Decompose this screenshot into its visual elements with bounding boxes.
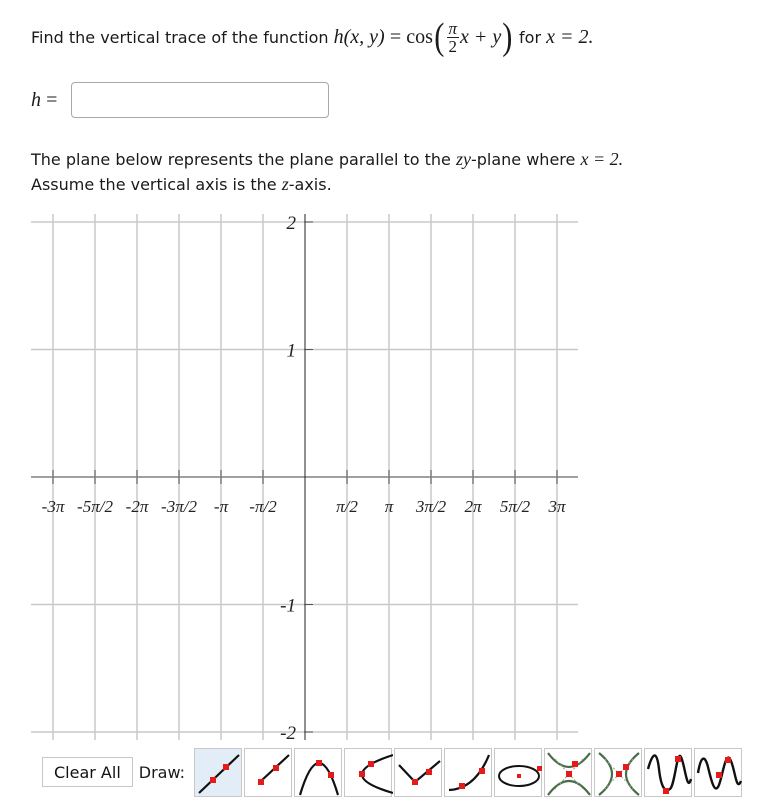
question-text: Find the vertical trace of the function … [31,16,594,58]
tool-segment-button[interactable] [244,747,293,797]
instructions: The plane below represents the plane par… [31,147,623,197]
condition: x = 2. [546,25,594,48]
fraction: π 2 [446,18,460,56]
y-tick-label: -1 [280,596,296,617]
x-tick-label: π [385,497,394,516]
draw-tools [192,747,743,797]
question-intro: Find the vertical trace of the function [31,27,329,47]
y-tick-label: -2 [280,723,296,744]
tool-ellipse-button[interactable] [494,747,543,797]
ellipse-icon [498,764,543,787]
tool-parabola-horizontal-button[interactable] [344,747,394,797]
plane-variable: zy [455,149,471,169]
answer-row: h = [31,82,330,118]
cos-label: cos [406,25,433,48]
draw-label: Draw: [138,762,186,782]
inner-expression: x + y [460,25,502,48]
equals-sign: = [389,25,402,48]
tool-exponential-button[interactable] [444,747,493,797]
tool-cosine-button[interactable] [694,747,743,797]
answer-label: h [31,88,41,111]
exponential-icon [448,754,491,791]
clear-all-button[interactable]: Clear All [42,757,133,787]
x-tick-label: 3π/2 [415,497,447,516]
sine-icon [646,753,693,794]
instructions-line-1: The plane below represents the plane par… [31,147,623,172]
instructions-text: -plane where [470,150,576,169]
instructions-line-2: Assume the vertical axis is the z-axis. [31,172,623,197]
instructions-text: Assume the vertical axis is the [31,175,277,194]
hyperbola-horizontal-icon [598,751,640,796]
right-paren: ) [502,16,513,58]
cosine-icon [696,755,743,790]
tool-hyperbola-vertical-button[interactable] [544,747,593,797]
answer-equals: = [46,88,58,111]
x-tick-label: π/2 [336,497,358,516]
left-paren: ( [434,16,445,58]
function-lhs: h(x, y) [333,25,385,48]
tool-parabola-vertical-button[interactable] [294,747,343,797]
parabola-vertical-icon [299,759,340,795]
x-tick-label: 2π [464,497,482,516]
plane-condition: x = 2. [580,149,624,169]
x-tick-label: -π/2 [249,497,277,516]
hyperbola-vertical-icon [547,751,591,796]
for-text: for [519,27,542,47]
x-tick-label: -π [214,497,229,516]
x-tick-label: -3π/2 [161,497,197,516]
tool-sine-button[interactable] [644,747,693,797]
tool-absolute-value-button[interactable] [394,747,443,797]
answer-input[interactable] [71,82,330,118]
line-icon [198,753,240,794]
parabola-horizontal-icon [359,753,394,794]
instructions-text: -axis. [288,175,332,194]
segment-icon [258,753,290,785]
graph-canvas[interactable]: -3π -5π/2 -2π -3π/2 -π -π/2 π/2 π 3π/2 2π 5π/2 3π 2 1… [0,205,600,745]
instructions-text: The plane below represents the plane par… [31,150,451,169]
fraction-denominator: 2 [448,36,458,56]
x-tick-label: -3π [42,497,65,516]
x-tick-label: 5π/2 [500,497,531,516]
fraction-numerator: π [446,18,460,38]
x-tick-label: -5π/2 [77,497,113,516]
x-tick-label: -2π [126,497,149,516]
y-tick-label: 2 [287,213,297,234]
axis-variable: z [281,174,289,194]
tool-line-button[interactable] [194,747,243,797]
x-tick-label: 3π [547,497,566,516]
y-tick-label: 1 [287,341,297,362]
draw-toolbar: Clear All Draw: [42,746,743,798]
absolute-value-icon [398,759,441,785]
tool-hyperbola-horizontal-button[interactable] [594,747,643,797]
